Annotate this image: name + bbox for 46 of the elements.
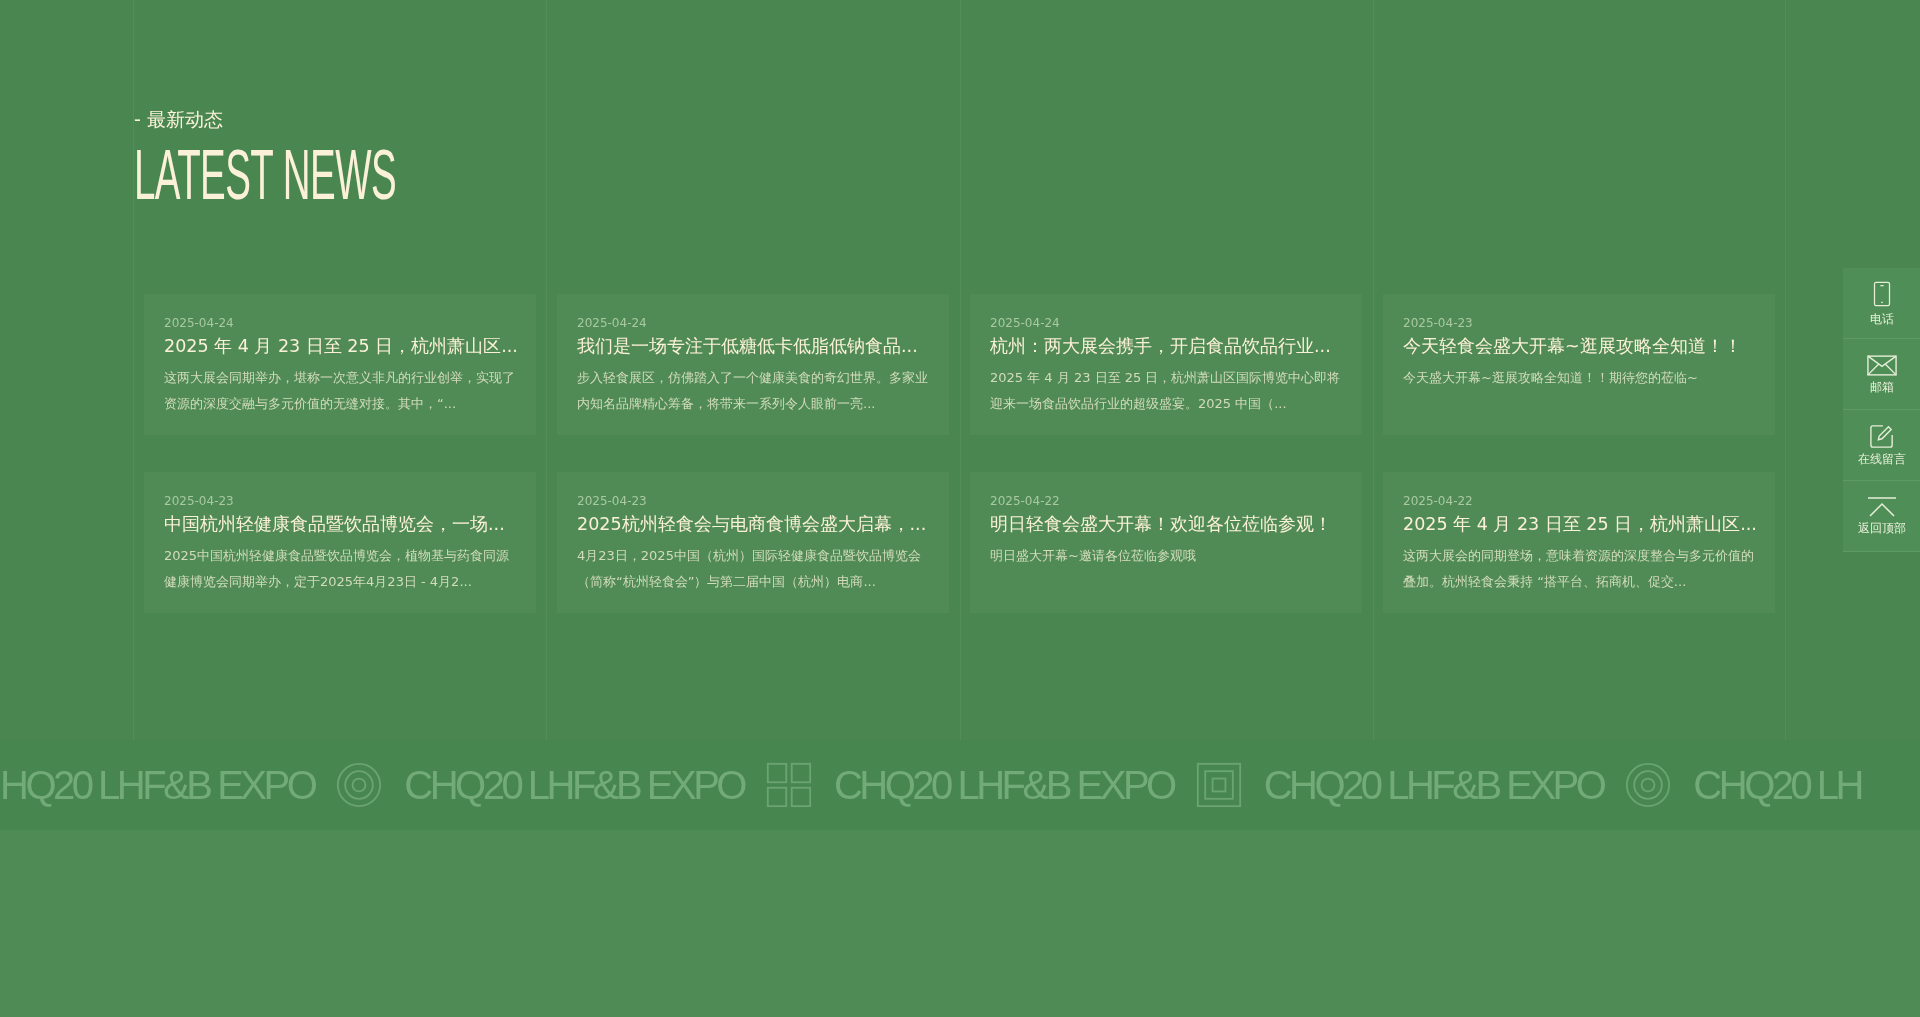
news-title[interactable]: 中国杭州轻健康食品暨饮品博览会，一场... [164, 511, 505, 537]
news-date: 2025-04-24 [577, 315, 647, 331]
square-icon [1195, 762, 1242, 808]
news-date: 2025-04-23 [577, 493, 647, 509]
news-date: 2025-04-22 [990, 493, 1060, 509]
news-summary: 今天盛大开幕~逛展攻略全知道！！期待您的莅临~ [1403, 369, 1699, 387]
rings-icon [336, 762, 383, 808]
phone-icon [1871, 280, 1892, 308]
news-date: 2025-04-22 [1403, 493, 1473, 509]
news-summary: 4月23日，2025中国（杭州）国际轻健康食品暨饮品博览会（简称“杭州轻食会”）与第二届中国（杭州）电商... [577, 547, 922, 591]
news-summary: 步入轻食展区，仿佛踏入了一个健康美食的奇幻世界。多家业内知名品牌精心筹备，将带来一系列令人眼前一亮... [577, 369, 929, 413]
news-card[interactable]: 2025-04-24 2025 年 4 月 23 日至 25 日，杭州萧山区... 这两大展会同期举办，堪称一次意义非凡的行业创举，实现了资源的深度交融与多元价值的无缝对接。其中，“... [144, 294, 536, 435]
news-title[interactable]: 今天轻食会盛大开幕~逛展攻略全知道！！ [1403, 333, 1742, 359]
news-title[interactable]: 2025 年 4 月 23 日至 25 日，杭州萧山区... [1403, 511, 1757, 537]
mail-icon [1866, 354, 1897, 376]
news-title[interactable]: 杭州：两大展会携手，开启食品饮品行业... [990, 333, 1331, 359]
back-to-top-icon [1866, 497, 1897, 517]
side-button[interactable]: 返回顶部 [1843, 481, 1920, 552]
news-card[interactable]: 2025-04-23 今天轻食会盛大开幕~逛展攻略全知道！！ 今天盛大开幕~逛展攻略全知道！！期待您的莅临~ [1383, 294, 1775, 435]
news-card[interactable]: 2025-04-24 杭州：两大展会携手，开启食品饮品行业... 2025 年 4 月 23 日至 25 日，杭州萧山区国际博览中心即将迎来一场食品饮品行业的超级盛宴。2025 中国（... [970, 294, 1362, 435]
news-date: 2025-04-24 [990, 315, 1060, 331]
rings-icon [1625, 762, 1672, 808]
section-subtitle: - 最新动态 [134, 107, 223, 132]
news-title[interactable]: 我们是一场专注于低糖低卡低脂低钠食品... [577, 333, 918, 359]
news-summary: 这两大展会同期举办，堪称一次意义非凡的行业创举，实现了资源的深度交融与多元价值的无缝对接。其中，“... [164, 369, 516, 413]
section-title: LATEST NEWS [134, 142, 397, 208]
news-date: 2025-04-24 [164, 315, 234, 331]
news-title[interactable]: 2025 年 4 月 23 日至 25 日，杭州萧山区... [164, 333, 518, 359]
news-date: 2025-04-23 [1403, 315, 1473, 331]
news-date: 2025-04-23 [164, 493, 234, 509]
news-summary: 明日盛大开幕~邀请各位莅临参观哦 [990, 547, 1197, 565]
grid-icon [766, 762, 812, 808]
side-button[interactable]: 在线留言 [1843, 410, 1920, 481]
news-summary: 这两大展会的同期登场，意味着资源的深度整合与多元价值的叠加。杭州轻食会秉持 “搭平台、拓商机、促交... [1403, 547, 1755, 591]
news-card[interactable]: 2025-04-23 中国杭州轻健康食品暨饮品博览会，一场... 2025中国杭州轻健康食品暨饮品博览会，植物基与药食同源健康博览会同期举办，定于2025年4月23日 - 4月2... [144, 472, 536, 613]
news-summary: 2025 年 4 月 23 日至 25 日，杭州萧山区国际博览中心即将迎来一场食品饮品行业的超级盛宴。2025 中国（... [990, 369, 1342, 413]
news-title[interactable]: 2025杭州轻食会与电商食博会盛大启幕，... [577, 511, 927, 537]
news-card[interactable]: 2025-04-23 2025杭州轻食会与电商食博会盛大启幕，... 4月23日，2025中国（杭州）国际轻健康食品暨饮品博览会（简称“杭州轻食会”）与第二届中国（杭州）电商... [557, 472, 949, 613]
news-title[interactable]: 明日轻食会盛大开幕！欢迎各位莅临参观！ [990, 511, 1332, 537]
side-button[interactable]: 邮箱 [1843, 339, 1920, 410]
side-button[interactable]: 电话 [1843, 268, 1920, 339]
news-card[interactable]: 2025-04-22 明日轻食会盛大开幕！欢迎各位莅临参观！ 明日盛大开幕~邀请各位莅临参观哦 [970, 472, 1362, 613]
news-card[interactable]: 2025-04-22 2025 年 4 月 23 日至 25 日，杭州萧山区... 这两大展会的同期登场，意味着资源的深度整合与多元价值的叠加。杭州轻食会秉持 “搭平台、拓商机、促交... [1383, 472, 1775, 613]
news-card[interactable]: 2025-04-24 我们是一场专注于低糖低卡低脂低钠食品... 步入轻食展区，仿佛踏入了一个健康美食的奇幻世界。多家业内知名品牌精心筹备，将带来一系列令人眼前一亮... [557, 294, 949, 435]
edit-icon [1869, 424, 1894, 448]
news-summary: 2025中国杭州轻健康食品暨饮品博览会，植物基与药食同源健康博览会同期举办，定于2025年4月23日 - 4月2... [164, 547, 511, 591]
